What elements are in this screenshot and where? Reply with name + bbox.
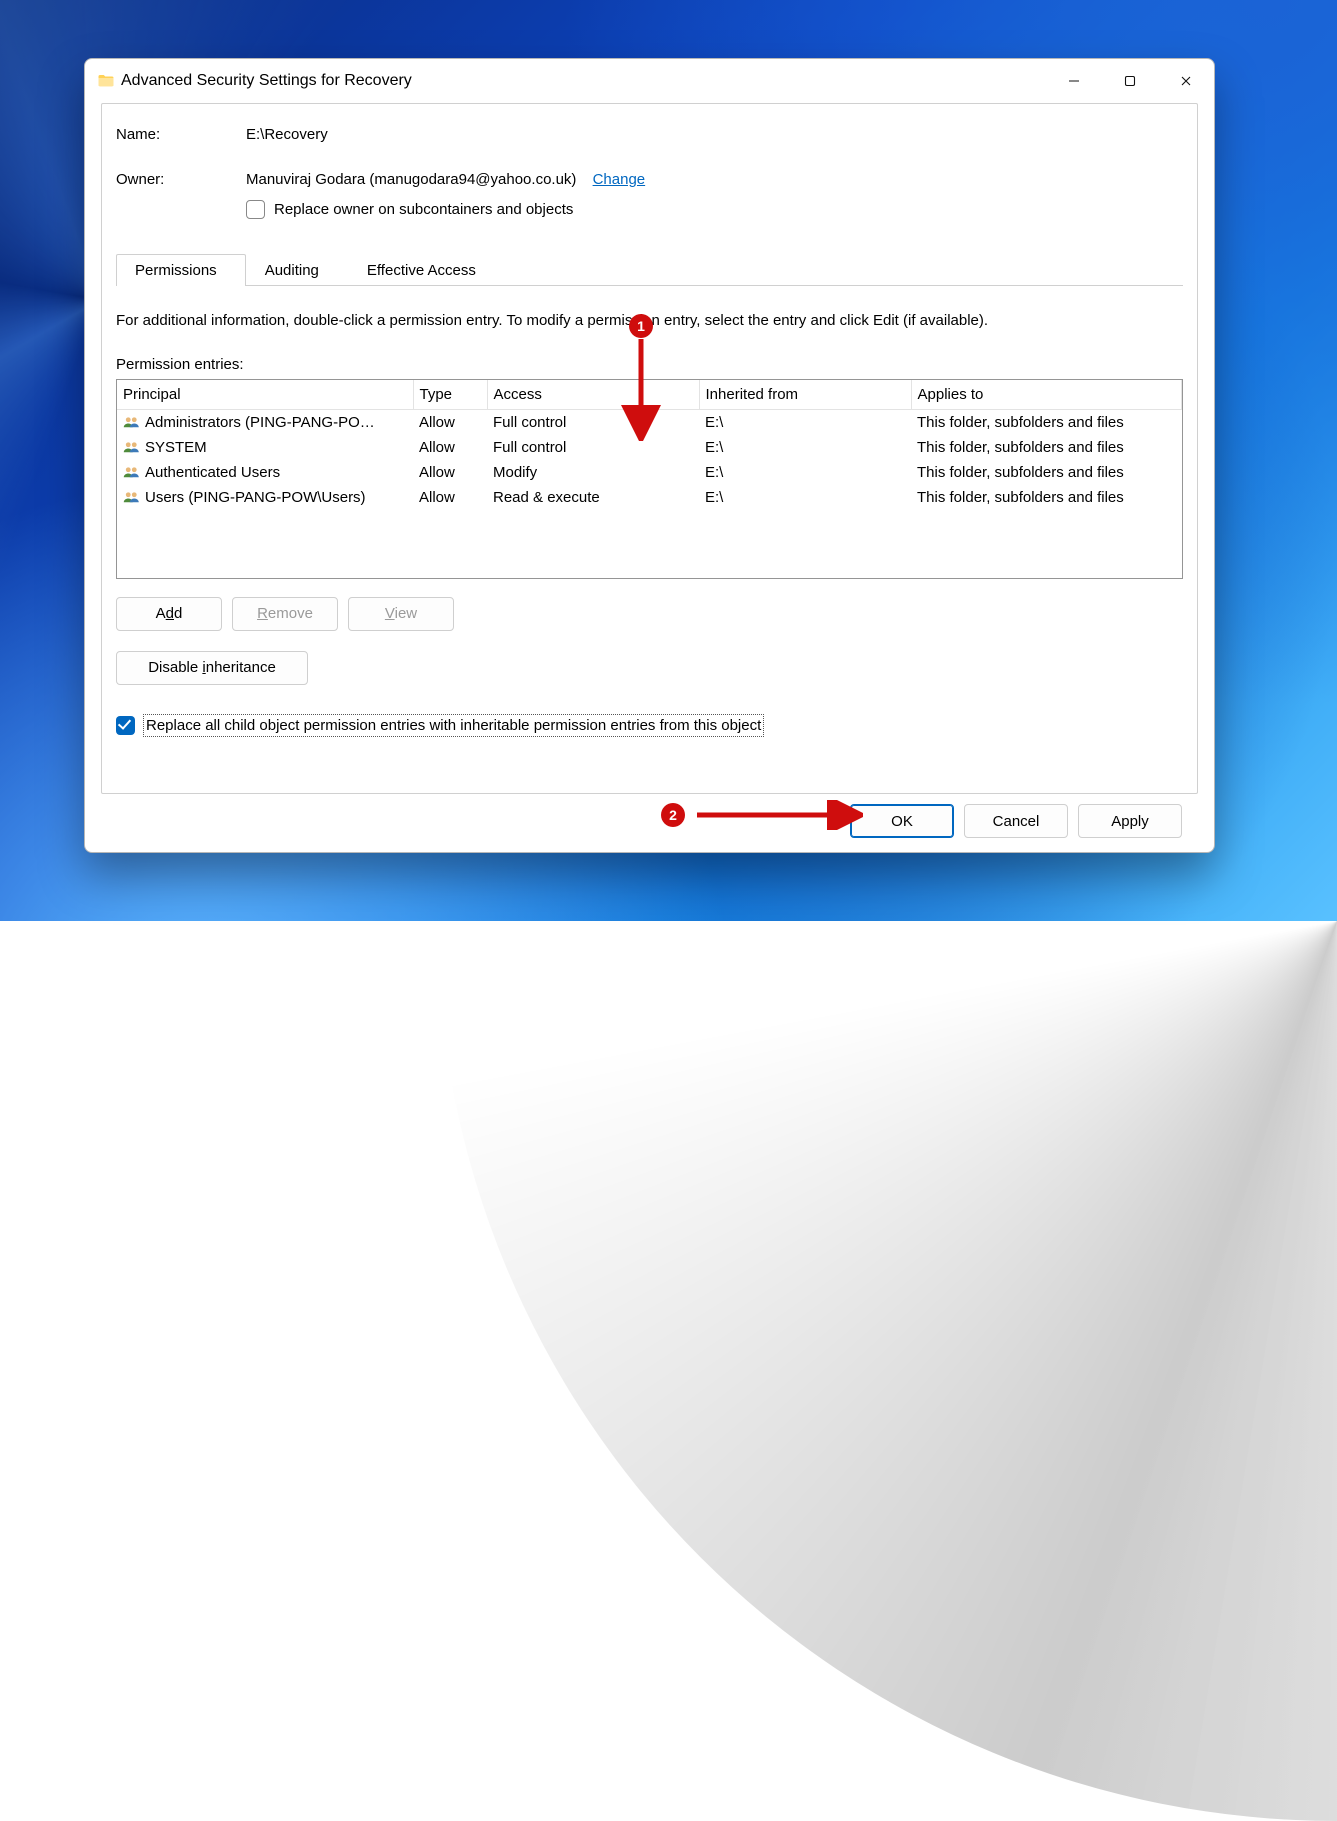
tab-effective-access[interactable]: Effective Access xyxy=(348,254,505,286)
view-button[interactable]: View xyxy=(348,597,454,631)
cell-applies: This folder, subfolders and files xyxy=(911,460,1182,485)
tab-auditing[interactable]: Auditing xyxy=(246,254,348,286)
permission-row[interactable]: Authenticated Users AllowModifyE:\This fo… xyxy=(117,460,1182,485)
cancel-button[interactable]: Cancel xyxy=(964,804,1068,838)
minimize-button[interactable] xyxy=(1046,59,1102,103)
apply-button[interactable]: Apply xyxy=(1078,804,1182,838)
remove-button[interactable]: Remove xyxy=(232,597,338,631)
col-access[interactable]: Access xyxy=(487,380,699,410)
add-button[interactable]: Add xyxy=(116,597,222,631)
window-controls xyxy=(1046,59,1214,103)
owner-label: Owner: xyxy=(116,171,246,219)
column-headers[interactable]: Principal Type Access Inherited from App… xyxy=(117,380,1182,410)
name-value: E:\Recovery xyxy=(246,126,328,143)
cell-type: Allow xyxy=(413,409,487,435)
cell-access: Modify xyxy=(487,460,699,485)
col-principal[interactable]: Principal xyxy=(117,380,413,410)
permissions-info: For additional information, double-click… xyxy=(116,310,1183,332)
user-group-icon xyxy=(123,490,141,504)
cell-principal: Administrators (PING-PANG-PO… xyxy=(145,414,375,431)
ok-button[interactable]: OK xyxy=(850,804,954,838)
tabs: Permissions Auditing Effective Access xyxy=(116,253,1183,285)
replace-owner-label: Replace owner on subcontainers and objec… xyxy=(274,201,573,218)
permission-entries-label: Permission entries: xyxy=(116,356,1183,373)
cell-access: Read & execute xyxy=(487,485,699,510)
cell-principal: Users (PING-PANG-POW\Users) xyxy=(145,489,366,506)
cell-applies: This folder, subfolders and files xyxy=(911,409,1182,435)
user-group-icon xyxy=(123,440,141,454)
cell-applies: This folder, subfolders and files xyxy=(911,485,1182,510)
cell-access: Full control xyxy=(487,409,699,435)
cell-inherited: E:\ xyxy=(699,460,911,485)
cell-type: Allow xyxy=(413,460,487,485)
tab-permissions[interactable]: Permissions xyxy=(116,254,246,286)
cell-inherited: E:\ xyxy=(699,485,911,510)
close-button[interactable] xyxy=(1158,59,1214,103)
cell-inherited: E:\ xyxy=(699,409,911,435)
permission-row[interactable]: Users (PING-PANG-POW\Users) AllowRead & e… xyxy=(117,485,1182,510)
user-group-icon xyxy=(123,465,141,479)
disable-inheritance-button[interactable]: Disable inheritance xyxy=(116,651,308,685)
owner-value: Manuviraj Godara (manugodara94@yahoo.co.… xyxy=(246,171,576,188)
replace-owner-checkbox[interactable] xyxy=(246,200,265,219)
folder-icon xyxy=(97,72,115,90)
permission-row[interactable]: SYSTEM AllowFull controlE:\This folder, s… xyxy=(117,435,1182,460)
permission-row[interactable]: Administrators (PING-PANG-PO… AllowFull c… xyxy=(117,409,1182,435)
annotation-badge-2: 2 xyxy=(661,803,685,827)
col-type[interactable]: Type xyxy=(413,380,487,410)
replace-child-label: Replace all child object permission entr… xyxy=(144,715,763,736)
cell-principal: Authenticated Users xyxy=(145,464,280,481)
tab-pane-permissions: For additional information, double-click… xyxy=(116,285,1183,777)
cell-applies: This folder, subfolders and files xyxy=(911,435,1182,460)
cell-inherited: E:\ xyxy=(699,435,911,460)
dialog-footer: 2 OK Cancel Apply xyxy=(101,794,1198,838)
col-applies[interactable]: Applies to xyxy=(911,380,1182,410)
user-group-icon xyxy=(123,415,141,429)
cell-type: Allow xyxy=(413,485,487,510)
name-label: Name: xyxy=(116,126,246,143)
titlebar: Advanced Security Settings for Recovery xyxy=(85,59,1214,103)
permission-entries-grid[interactable]: Principal Type Access Inherited from App… xyxy=(116,379,1183,579)
maximize-button[interactable] xyxy=(1102,59,1158,103)
col-inherited[interactable]: Inherited from xyxy=(699,380,911,410)
window-title: Advanced Security Settings for Recovery xyxy=(121,72,1046,90)
replace-child-checkbox[interactable] xyxy=(116,716,135,735)
advanced-security-window: Advanced Security Settings for Recovery … xyxy=(84,58,1215,853)
cell-access: Full control xyxy=(487,435,699,460)
cell-principal: SYSTEM xyxy=(145,439,207,456)
change-owner-link[interactable]: Change xyxy=(593,171,646,188)
cell-type: Allow xyxy=(413,435,487,460)
annotation-arrow-2 xyxy=(683,800,863,830)
